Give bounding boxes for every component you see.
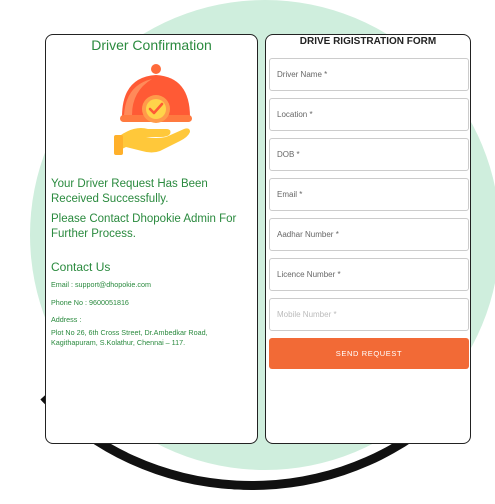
licence-number-field[interactable]: Licence Number * [269,258,469,291]
served-dish-check-icon [113,64,192,155]
dob-field[interactable]: DOB * [269,138,469,171]
contact-us-heading: Contact Us [51,260,111,274]
send-request-button[interactable]: SEND REQUEST [269,338,469,369]
registration-screen: DRIVE RIGISTRATION FORM Driver Name * Lo… [265,34,471,444]
email-field[interactable]: Email * [269,178,469,211]
confirmation-icon-wrap [46,59,257,159]
confirmation-screen: Driver Confirmation Your Driver Request … [45,34,258,444]
driver-name-field[interactable]: Driver Name * [269,58,469,91]
address-label: Address : [51,315,82,324]
contact-email: Email : support@dhopokie.com [51,280,151,289]
form-title: DRIVE RIGISTRATION FORM [299,36,437,47]
success-message: Your Driver Request Has Been Received Su… [51,178,208,205]
aadhar-number-field[interactable]: Aadhar Number * [269,218,469,251]
contact-phone: Phone No : 9600051816 [51,298,129,307]
mobile-number-field[interactable]: Mobile Number * [269,298,469,331]
contact-admin-message: Please Contact Dhopokie Admin For Furthe… [51,213,237,240]
page-title: Driver Confirmation [91,37,212,53]
location-field[interactable]: Location * [269,98,469,131]
contact-address: Plot No 26, 6th Cross Street, Dr.Ambedka… [51,328,208,347]
